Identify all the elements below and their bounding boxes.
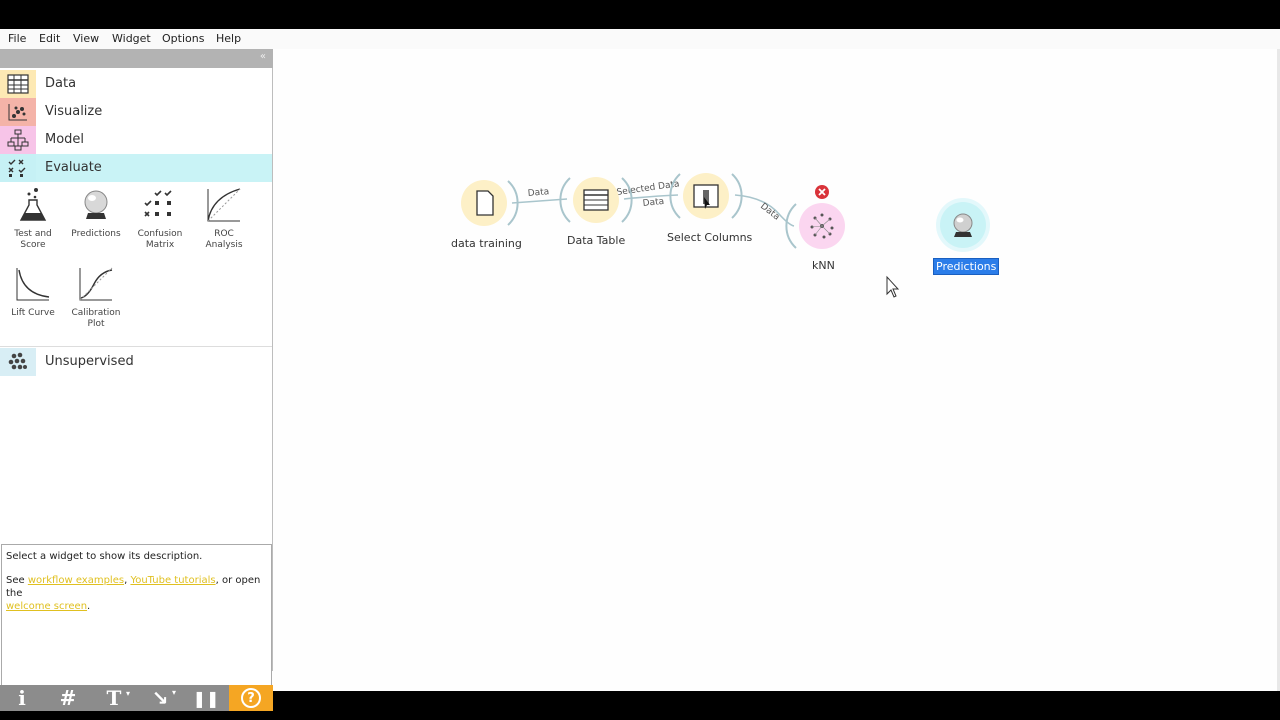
category-model[interactable]: Model (0, 126, 272, 154)
tool-lift-curve-label: Lift Curve (11, 308, 55, 318)
toolbox-divider (0, 346, 272, 347)
menu-edit[interactable]: Edit (39, 32, 60, 45)
node-select-columns[interactable] (669, 173, 743, 219)
cluster-icon (0, 348, 36, 376)
info-button[interactable]: i (0, 685, 44, 711)
node-data-table[interactable] (559, 177, 633, 223)
grid-button[interactable]: # (46, 685, 90, 711)
text-icon: T (106, 686, 122, 710)
table-icon (0, 70, 36, 98)
arrow-icon: ↘ (151, 686, 169, 710)
tool-predictions[interactable]: Predictions (65, 185, 127, 240)
calibration-plot-icon (74, 264, 118, 304)
tool-predictions-label: Predictions (71, 229, 121, 239)
info-icon: i (18, 686, 26, 710)
tool-calibration-plot-label-2: Plot (87, 319, 105, 329)
category-visualize[interactable]: Visualize (0, 98, 272, 126)
toolbox-header: « (0, 49, 273, 68)
error-icon[interactable] (815, 185, 829, 199)
tool-confusion-matrix-label-2: Matrix (145, 240, 175, 250)
link-label-data-2: Data (642, 197, 664, 209)
link-data-training-to-data-table[interactable] (511, 198, 568, 204)
node-predictions[interactable] (936, 198, 990, 252)
text-annotation-button[interactable]: T ▾ (92, 685, 136, 711)
menu-bar: File Edit View Widget Options Help (0, 29, 1280, 49)
scatter-icon (0, 98, 36, 126)
description-help-line: See workflow examples, YouTube tutorials… (6, 574, 267, 613)
menu-view[interactable]: View (73, 32, 99, 45)
tool-test-and-score-label-1: Test and (14, 229, 52, 239)
widget-description-panel: Select a widget to show its description.… (1, 544, 272, 686)
node-data-training[interactable] (461, 180, 519, 226)
category-evaluate-label: Evaluate (45, 160, 102, 175)
tree-icon (0, 126, 36, 154)
link-label-data-3: Data (758, 201, 781, 222)
category-model-label: Model (45, 132, 85, 147)
mouse-cursor-icon (886, 275, 900, 298)
link-label-data-1: Data (527, 187, 549, 199)
category-evaluate[interactable]: Evaluate (0, 154, 272, 182)
tool-calibration-plot-label-1: Calibration (71, 308, 121, 318)
tool-confusion-matrix-label-1: Confusion (137, 229, 183, 239)
category-unsupervised-label: Unsupervised (45, 354, 134, 369)
category-data-label: Data (45, 76, 77, 91)
tool-confusion-matrix[interactable]: Confusion Matrix (129, 185, 191, 251)
help-button[interactable]: ? (229, 685, 273, 711)
node-label-select-columns: Select Columns (667, 231, 753, 244)
checklist-icon (0, 154, 36, 182)
hash-icon: # (59, 686, 77, 710)
menu-options[interactable]: Options (162, 32, 204, 45)
pause-icon: ❚❚ (192, 688, 220, 708)
node-label-predictions[interactable]: Predictions (933, 258, 1000, 275)
tool-calibration-plot[interactable]: Calibration Plot (65, 264, 127, 330)
youtube-tutorials-link[interactable]: YouTube tutorials (130, 575, 215, 586)
category-visualize-label: Visualize (45, 104, 103, 119)
tool-roc-analysis-label-1: ROC (214, 229, 234, 239)
bottom-toolbar: i # T ▾ ↘ ▾ ❚❚ ? (0, 685, 273, 711)
menu-widget[interactable]: Widget (112, 32, 151, 45)
collapse-icon[interactable]: « (260, 51, 266, 62)
category-unsupervised[interactable]: Unsupervised (0, 348, 272, 376)
roc-curve-icon (202, 185, 246, 225)
welcome-screen-link[interactable]: welcome screen (6, 601, 87, 612)
node-label-data-training: data training (451, 237, 522, 250)
workflow-links-layer: Data Selected Data Data Data (461, 173, 990, 298)
workflow-examples-link[interactable]: workflow examples (28, 575, 124, 586)
node-label-knn: kNN (812, 259, 835, 272)
menu-help[interactable]: Help (216, 32, 241, 45)
crystal-ball-icon (74, 185, 118, 225)
dropdown-caret-icon: ▾ (125, 688, 130, 698)
flask-icon (11, 185, 55, 225)
lift-curve-icon (11, 264, 55, 304)
workflow-canvas[interactable]: Data Selected Data Data Data data traini… (274, 49, 1280, 691)
menu-file[interactable]: File (8, 32, 26, 45)
tool-test-and-score[interactable]: Test and Score (2, 185, 64, 251)
tool-roc-analysis-label-2: Analysis (205, 240, 243, 250)
category-data[interactable]: Data (0, 70, 272, 98)
tool-roc-analysis[interactable]: ROC Analysis (193, 185, 255, 251)
description-see: See (6, 575, 28, 586)
orange-app-window: File Edit View Widget Options Help « Dat… (0, 29, 1280, 711)
tool-lift-curve[interactable]: Lift Curve (2, 264, 64, 319)
node-label-data-table: Data Table (567, 234, 626, 247)
confusion-matrix-icon (138, 185, 182, 225)
description-period: . (87, 601, 91, 612)
node-knn[interactable] (785, 203, 845, 249)
description-text: Select a widget to show its description. (6, 551, 203, 562)
tool-test-and-score-label-2: Score (20, 240, 46, 250)
widget-toolbox: « Data Visualize Model Evaluate Test and… (0, 49, 273, 711)
help-icon: ? (241, 688, 261, 708)
pause-button[interactable]: ❚❚ (184, 685, 228, 711)
arrow-annotation-button[interactable]: ↘ ▾ (138, 685, 182, 711)
file-icon (476, 190, 494, 216)
dropdown-caret-icon: ▾ (171, 688, 176, 697)
